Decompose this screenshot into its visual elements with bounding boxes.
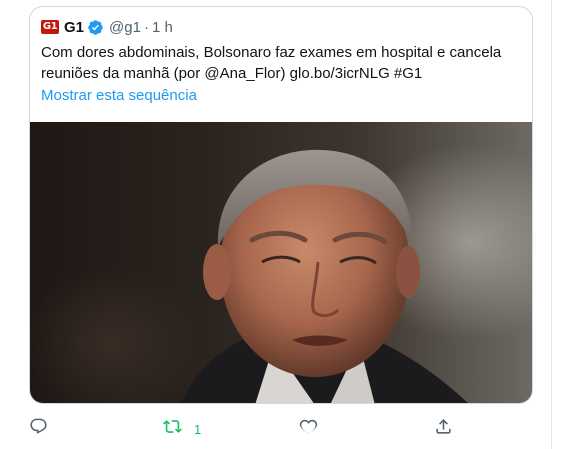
retweet-icon [163,417,182,441]
show-thread-link[interactable]: Mostrar esta sequência [41,87,197,104]
header-separator: · [143,18,149,36]
reply-icon [29,417,48,441]
author-handle[interactable]: @g1 [109,19,141,36]
retweet-button[interactable]: 1 [163,414,201,444]
portrait-image [181,149,468,403]
retweet-count: 1 [194,421,202,437]
timeline-divider [551,0,552,449]
share-icon [434,417,453,441]
author-avatar-logo[interactable]: G1 [41,20,59,34]
tweet-header: G1 G1 @g1 · 1 h [41,17,173,37]
tweet-photo[interactable] [30,122,532,403]
verified-badge-icon [87,19,104,36]
like-button[interactable] [299,414,318,444]
tweet-text: Com dores abdominais, Bolsonaro faz exam… [41,44,502,82]
tweet-action-bar: 1 [0,414,551,444]
reply-button[interactable] [29,414,48,444]
author-name[interactable]: G1 [64,19,84,36]
tweet-timestamp[interactable]: 1 h [152,19,173,36]
tweet-card[interactable]: G1 G1 @g1 · 1 h Com dores abdominais, Bo… [29,6,533,404]
share-button[interactable] [434,414,453,444]
heart-icon [299,417,318,441]
